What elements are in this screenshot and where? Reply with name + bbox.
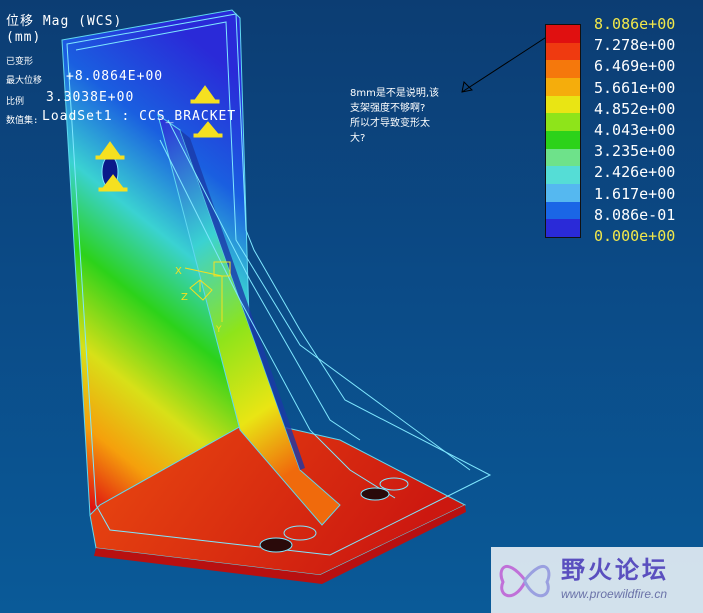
legend-label: 7.278e+00 — [594, 36, 676, 55]
annotation-line: 8mm是不是说明,该 — [350, 88, 440, 99]
legend-color-band — [546, 219, 580, 237]
legend-color-band — [546, 113, 580, 131]
hole — [360, 487, 390, 501]
forum-watermark: 野火论坛 www.proewildfire.cn — [491, 547, 703, 613]
annotation-line: 所以才导致变形太 — [350, 118, 430, 129]
legend-color-band — [546, 42, 580, 61]
butterfly-logo-icon — [499, 565, 551, 598]
annotation-note: 8mm是不是说明,该 支架强度不够啊? 所以才导致变形太 大? — [350, 86, 470, 146]
color-legend — [545, 24, 581, 238]
max-disp-label: 最大位移 — [6, 76, 43, 86]
legend-label: 4.043e+00 — [594, 121, 676, 139]
scale-label: 比例 — [6, 97, 25, 107]
hole — [259, 537, 293, 553]
annotation-line: 大? — [350, 133, 366, 144]
scale-value: 3.3038E+00 — [46, 90, 135, 105]
dataset-label: 数值集: — [6, 116, 39, 126]
legend-label: 0.000e+00 — [594, 227, 676, 245]
watermark-url: www.proewildfire.cn — [561, 587, 668, 601]
legend-label: 1.617e+00 — [594, 184, 676, 203]
max-disp-value: +8.0864E+00 — [66, 69, 164, 84]
dataset-value: LoadSet1 : CCS_BRACKET — [42, 109, 237, 124]
legend-label: 2.426e+00 — [594, 163, 676, 182]
model-viewport[interactable]: X Z Y 位移 Mag (WCS) (mm) 已变形 最大位移 +8.0864… — [0, 0, 703, 613]
legend-color-band — [546, 148, 580, 167]
legend-color-band — [546, 166, 580, 184]
triad-y-label: Y — [215, 325, 222, 335]
legend-label: 3.235e+00 — [594, 142, 676, 161]
legend-color-band — [546, 201, 580, 220]
unit-label: (mm) — [6, 30, 42, 45]
legend-color-band — [546, 131, 580, 149]
legend-color-band — [546, 184, 580, 202]
deformed-label: 已变形 — [6, 57, 34, 67]
legend-label: 6.469e+00 — [594, 57, 676, 76]
watermark-title: 野火论坛 — [561, 556, 669, 584]
legend-color-band — [546, 25, 580, 43]
triad-z-label: Z — [181, 292, 188, 303]
legend-color-band — [546, 60, 580, 78]
annotation-line: 支架强度不够啊? — [350, 103, 426, 114]
annotation-arrow — [461, 35, 549, 93]
legend-color-band — [546, 95, 580, 114]
legend-label: 4.852e+00 — [594, 99, 676, 118]
legend-label: 5.661e+00 — [594, 78, 676, 97]
legend-color-band — [546, 78, 580, 96]
legend-label: 8.086e+00 — [594, 15, 676, 33]
triad-x-label: X — [175, 266, 182, 277]
result-label: 位移 Mag (WCS) — [6, 14, 123, 29]
legend-label: 8.086e-01 — [594, 205, 676, 224]
